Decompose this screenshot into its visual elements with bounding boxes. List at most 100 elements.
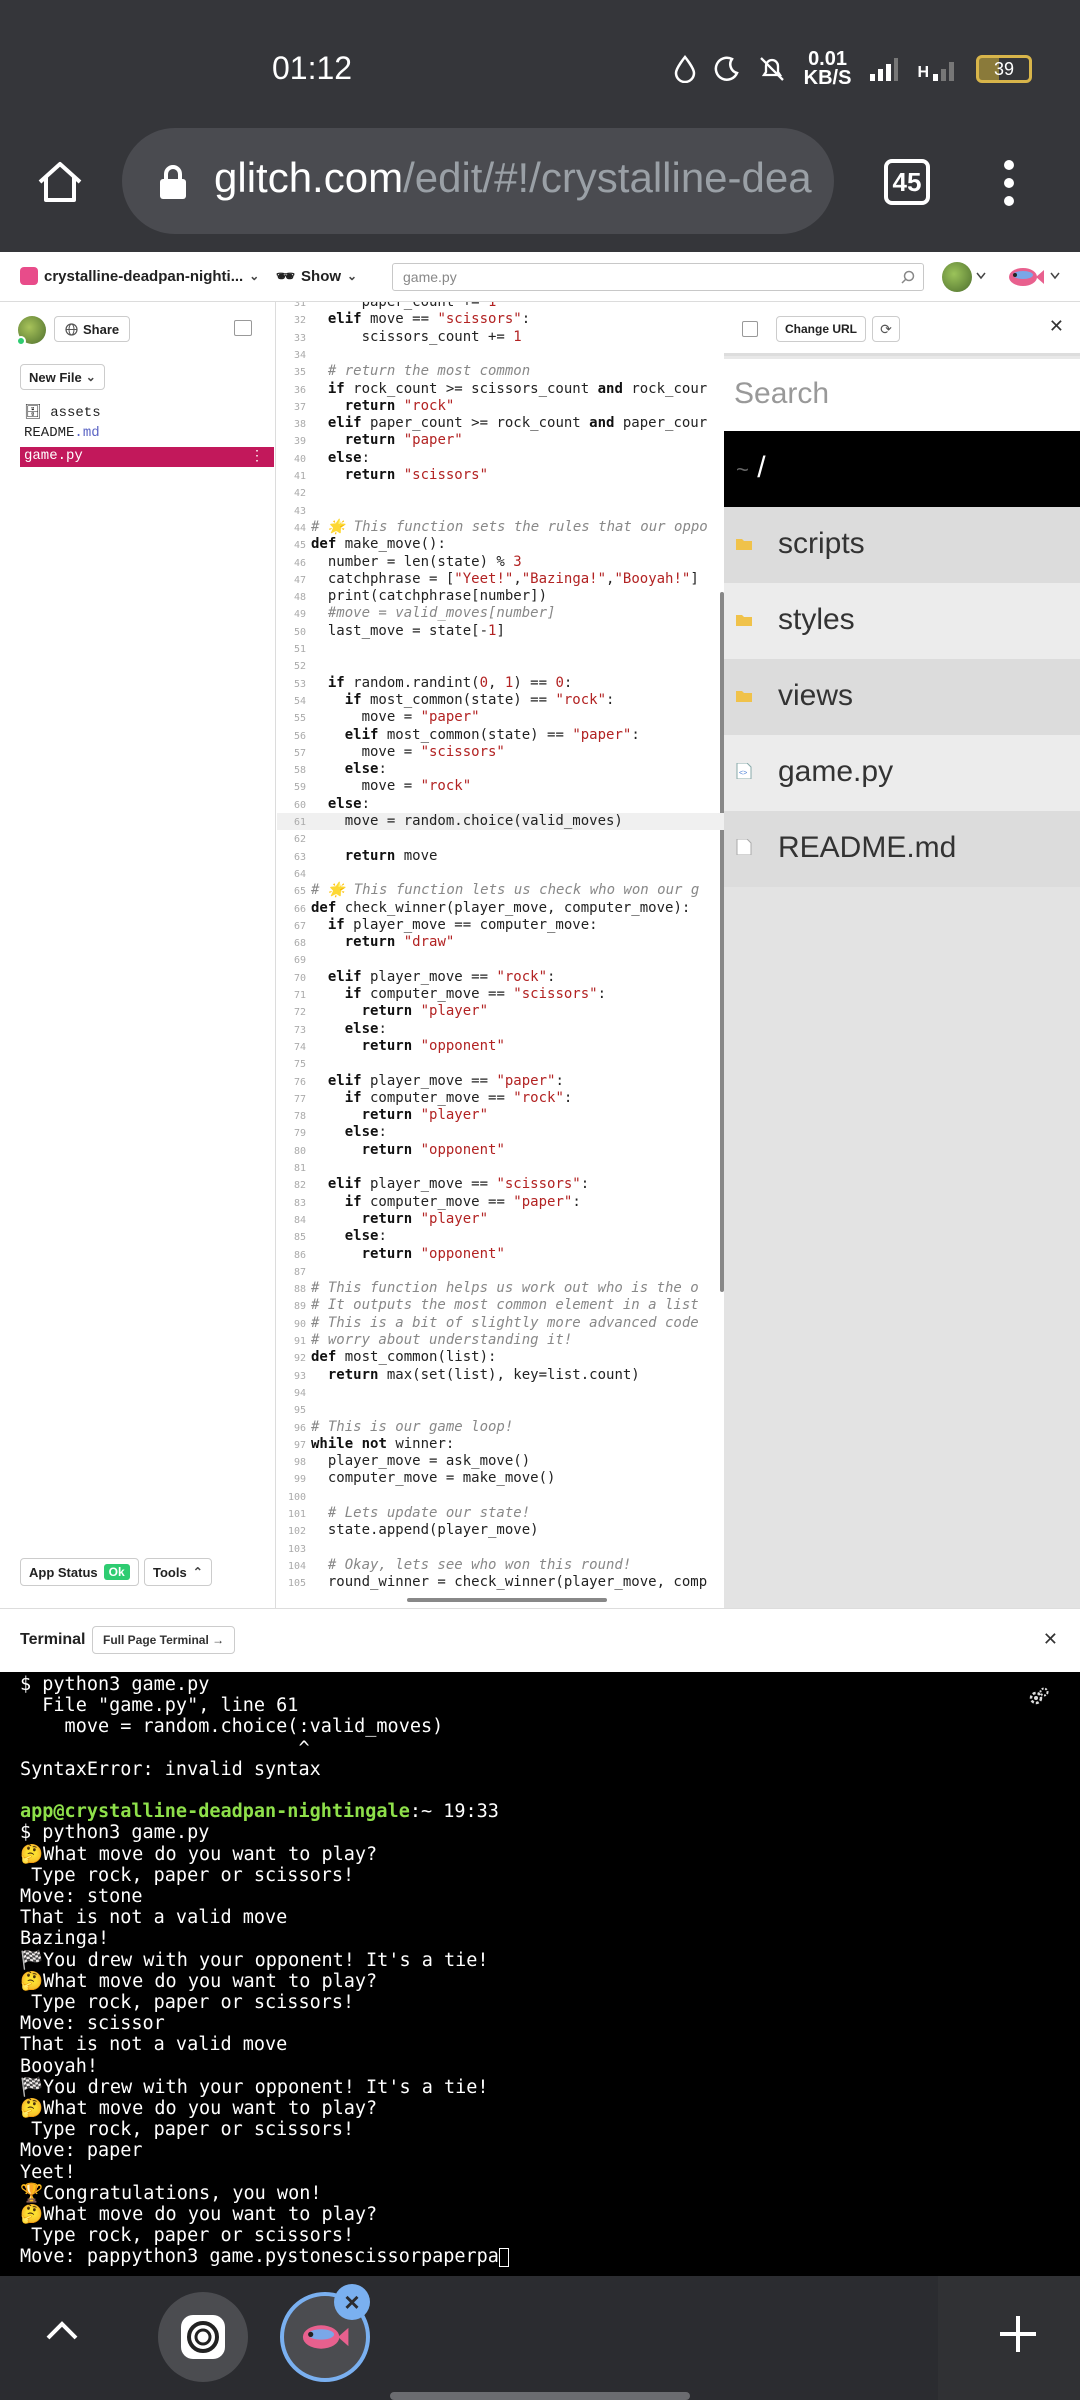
code-line[interactable]: 73 else: [277, 1021, 724, 1038]
change-url-button[interactable]: Change URL [776, 316, 866, 342]
plus-icon[interactable] [996, 2312, 1040, 2356]
app-swirl-icon[interactable] [158, 2292, 248, 2382]
code-line[interactable]: 103 [277, 1540, 724, 1557]
settings-gear-icon[interactable] [1028, 1686, 1050, 1708]
code-line[interactable]: 71 if computer_move == "scissors": [277, 986, 724, 1003]
code-line[interactable]: 91 # worry about understanding it! [277, 1332, 724, 1349]
address-bar[interactable]: glitch.com/edit/#!/crystalline-dea [122, 128, 834, 234]
terminal-output[interactable]: $ python3 game.py File "game.py", line 6… [0, 1672, 1080, 2276]
code-line[interactable]: 31 paper_count += 1 [277, 302, 724, 311]
preview-entry-views[interactable]: views [724, 659, 1080, 735]
code-line[interactable]: 62 [277, 830, 724, 847]
code-line[interactable]: 34 [277, 346, 724, 363]
show-button[interactable]: 🕶 Show ⌄ [276, 267, 357, 286]
code-line[interactable]: 72 return "player" [277, 1003, 724, 1020]
code-line[interactable]: 38 elif paper_count >= rock_count and pa… [277, 415, 724, 432]
code-line[interactable]: 45 def make_move(): [277, 536, 724, 553]
code-line[interactable]: 37 return "rock" [277, 398, 724, 415]
user-avatar[interactable] [942, 262, 972, 292]
code-line[interactable]: 57 move = "scissors" [277, 744, 724, 761]
code-line[interactable]: 41 return "scissors" [277, 467, 724, 484]
code-line[interactable]: 99 computer_move = make_move() [277, 1470, 724, 1487]
tools-button[interactable]: Tools ⌃ [144, 1558, 212, 1586]
code-line[interactable]: 74 return "opponent" [277, 1038, 724, 1055]
code-line[interactable]: 39 return "paper" [277, 432, 724, 449]
code-editor[interactable]: 31 paper_count += 1 32 elif move == "scis… [277, 302, 724, 1608]
code-line[interactable]: 79 else: [277, 1124, 724, 1141]
code-line[interactable]: 42 [277, 484, 724, 501]
code-line[interactable]: 66 def check_winner(player_move, computer… [277, 900, 724, 917]
sidebar-item-assets[interactable]: 🗄 assets [24, 404, 101, 421]
code-line[interactable]: 60 else: [277, 796, 724, 813]
new-file-button[interactable]: New File ⌄ [20, 364, 105, 390]
code-line[interactable]: 55 move = "paper" [277, 709, 724, 726]
preview-entry-game-py[interactable]: <> game.py [724, 735, 1080, 811]
code-line[interactable]: 101 # Lets update our state! [277, 1505, 724, 1522]
project-menu-button[interactable]: crystalline-deadpan-nighti... ⌄ [20, 267, 259, 285]
code-line[interactable]: 67 if player_move == computer_move: [277, 917, 724, 934]
preview-pane-icon[interactable] [742, 321, 758, 337]
code-line[interactable]: 88 # This function helps us work out who … [277, 1280, 724, 1297]
file-search-input[interactable]: game.py [392, 263, 924, 291]
code-line[interactable]: 83 if computer_move == "paper": [277, 1194, 724, 1211]
close-icon[interactable]: ✕ [1049, 316, 1064, 337]
preview-entry-scripts[interactable]: scripts [724, 507, 1080, 583]
share-button[interactable]: Share [54, 316, 131, 342]
code-line[interactable]: 102 state.append(player_move) [277, 1522, 724, 1539]
code-line[interactable]: 90 # This is a bit of slightly more advan… [277, 1315, 724, 1332]
code-line[interactable]: 105 round_winner = check_winner(player_m… [277, 1574, 724, 1591]
code-line[interactable]: 44 # 🌟 This function sets the rules that … [277, 519, 724, 536]
code-line[interactable]: 96 # This is our game loop! [277, 1419, 724, 1436]
full-page-terminal-button[interactable]: Full Page Terminal → [92, 1626, 236, 1654]
code-line[interactable]: 61 move = random.choice(valid_moves) [277, 813, 724, 831]
code-line[interactable]: 100 [277, 1488, 724, 1505]
horizontal-scrollbar[interactable] [407, 1598, 607, 1602]
close-app-icon[interactable]: × [334, 2284, 370, 2320]
sidebar-item-game-py[interactable]: game.py ⋮ [20, 447, 274, 467]
preview-search-input[interactable]: Search [724, 359, 1080, 431]
preview-entry-readme[interactable]: README.md [724, 811, 1080, 887]
preview-entry-styles[interactable]: styles [724, 583, 1080, 659]
code-line[interactable]: 82 elif player_move == "scissors": [277, 1176, 724, 1193]
app-status-button[interactable]: App Status Ok [20, 1558, 139, 1586]
code-line[interactable]: 49 #move = valid_moves[number] [277, 605, 724, 622]
code-line[interactable]: 33 scissors_count += 1 [277, 329, 724, 346]
code-line[interactable]: 51 [277, 640, 724, 657]
home-icon[interactable] [36, 160, 84, 204]
code-line[interactable]: 75 [277, 1055, 724, 1072]
code-line[interactable]: 52 [277, 657, 724, 674]
code-line[interactable]: 32 elif move == "scissors": [277, 311, 724, 328]
code-line[interactable]: 50 last_move = state[-1] [277, 623, 724, 640]
refresh-icon[interactable]: ⟳ [872, 316, 900, 342]
code-line[interactable]: 78 return "player" [277, 1107, 724, 1124]
code-line[interactable]: 47 catchphrase = ["Yeet!","Bazinga!","Bo… [277, 571, 724, 588]
code-line[interactable]: 77 if computer_move == "rock": [277, 1090, 724, 1107]
code-line[interactable]: 48 print(catchphrase[number]) [277, 588, 724, 605]
code-line[interactable]: 63 return move [277, 848, 724, 865]
code-line[interactable]: 85 else: [277, 1228, 724, 1245]
code-line[interactable]: 54 if most_common(state) == "rock": [277, 692, 724, 709]
chevron-up-icon[interactable] [44, 2318, 80, 2342]
code-line[interactable]: 86 return "opponent" [277, 1246, 724, 1263]
tab-switcher-button[interactable]: 45 [884, 159, 930, 205]
code-line[interactable]: 98 player_move = ask_move() [277, 1453, 724, 1470]
code-line[interactable]: 93 return max(set(list), key=list.count) [277, 1367, 724, 1384]
code-line[interactable]: 70 elif player_move == "rock": [277, 969, 724, 986]
code-line[interactable]: 76 elif player_move == "paper": [277, 1073, 724, 1090]
code-line[interactable]: 36 if rock_count >= scissors_count and r… [277, 381, 724, 398]
code-line[interactable]: 43 [277, 502, 724, 519]
code-line[interactable]: 87 [277, 1263, 724, 1280]
code-line[interactable]: 104 # Okay, lets see who won this round! [277, 1557, 724, 1574]
code-line[interactable]: 95 [277, 1401, 724, 1418]
code-line[interactable]: 53 if random.randint(0, 1) == 0: [277, 675, 724, 692]
code-line[interactable]: 80 return "opponent" [277, 1142, 724, 1159]
code-line[interactable]: 89 # It outputs the most common element i… [277, 1297, 724, 1314]
browser-menu-icon[interactable] [999, 158, 1019, 208]
code-line[interactable]: 94 [277, 1384, 724, 1401]
close-icon[interactable]: ✕ [1043, 1629, 1058, 1650]
collaborator-avatar[interactable] [16, 316, 46, 346]
code-line[interactable]: 81 [277, 1159, 724, 1176]
code-line[interactable]: 56 elif most_common(state) == "paper": [277, 727, 724, 744]
code-line[interactable]: 59 move = "rock" [277, 778, 724, 795]
fish-avatar-icon[interactable] [1006, 262, 1046, 292]
